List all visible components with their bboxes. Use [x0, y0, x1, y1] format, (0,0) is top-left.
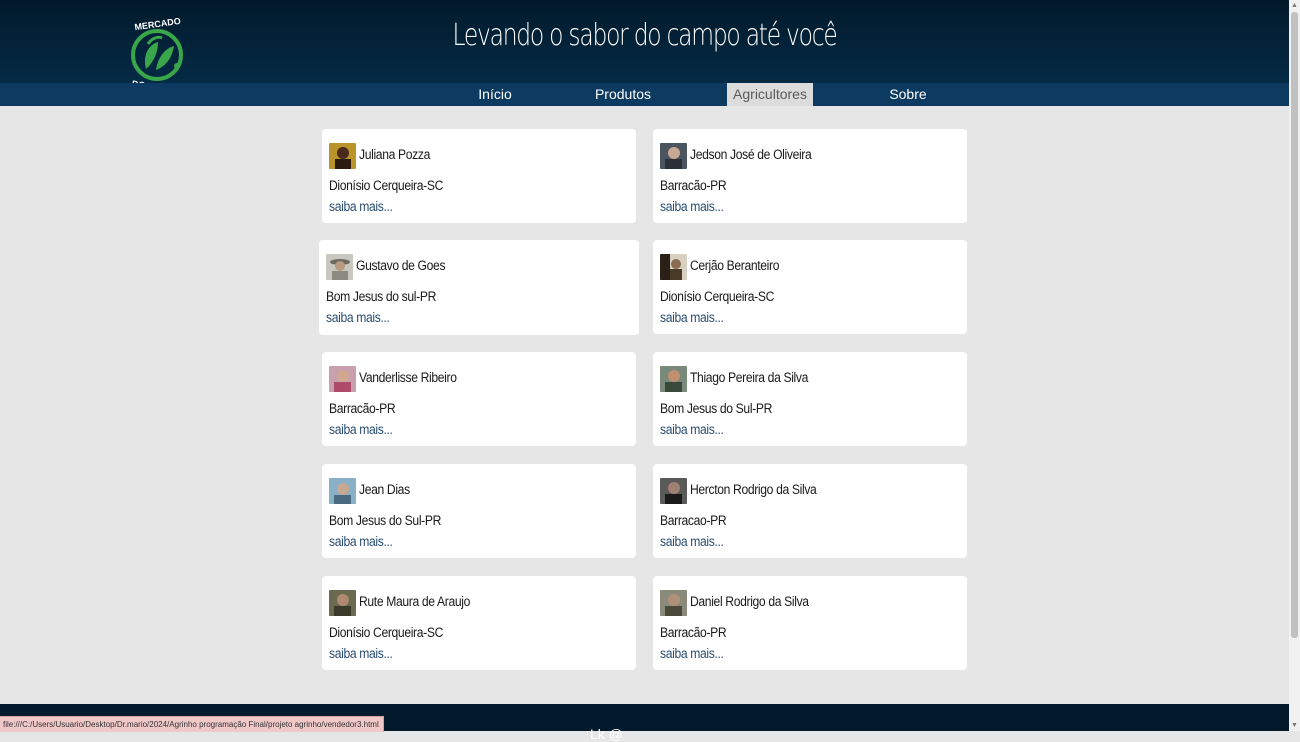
- farmer-name: Rute Maura de Araujo: [359, 594, 471, 609]
- farmer-avatar: [329, 143, 356, 169]
- farmer-avatar: [329, 590, 356, 616]
- scroll-down-arrow-icon[interactable]: ▼: [1289, 720, 1300, 731]
- farmer-avatar: [329, 478, 356, 504]
- farmer-card: Cerjão Beranteiro Dionísio Cerqueira-SC …: [653, 240, 967, 334]
- farmer-city: Bom Jesus do Sul-PR: [329, 513, 442, 528]
- footer-text: Lk @: [590, 726, 623, 742]
- nav-sobre[interactable]: Sobre: [878, 83, 938, 106]
- farmer-name: Juliana Pozza: [359, 147, 430, 162]
- nav-agricultores[interactable]: Agricultores: [727, 83, 813, 106]
- farmer-city: Barracão-PR: [329, 401, 396, 416]
- farmer-name: Gustavo de Goes: [356, 258, 446, 273]
- farmer-card: Rute Maura de Araujo Dionísio Cerqueira-…: [322, 576, 636, 670]
- saiba-mais-link[interactable]: saiba mais...: [329, 534, 393, 549]
- nav-inicio[interactable]: Início: [462, 83, 528, 106]
- main-nav: Início Produtos Agricultores Sobre: [0, 83, 1289, 106]
- farmer-card: Jean Dias Bom Jesus do Sul-PR saiba mais…: [322, 464, 636, 558]
- farmer-card: Hercton Rodrigo da Silva Barracao-PR sai…: [653, 464, 967, 558]
- saiba-mais-link[interactable]: saiba mais...: [660, 422, 724, 437]
- farmer-city: Barracão-PR: [660, 178, 727, 193]
- farmer-name: Cerjão Beranteiro: [690, 258, 780, 273]
- browser-status-url: file:///C:/Users/Usuario/Desktop/Dr.mari…: [0, 716, 384, 732]
- farmer-card: Vanderlisse Ribeiro Barracão-PR saiba ma…: [322, 352, 636, 446]
- farmer-city: Barracão-PR: [660, 625, 727, 640]
- farmer-avatar: [660, 590, 687, 616]
- farmer-city: Barracao-PR: [660, 513, 727, 528]
- saiba-mais-link[interactable]: saiba mais...: [329, 646, 393, 661]
- farmer-city: Dionísio Cerqueira-SC: [660, 289, 774, 304]
- farmer-city: Bom Jesus do sul-PR: [326, 289, 436, 304]
- farmer-avatar: [660, 478, 687, 504]
- saiba-mais-link[interactable]: saiba mais...: [660, 310, 724, 325]
- farmer-card: Gustavo de Goes Bom Jesus do sul-PR saib…: [319, 240, 639, 335]
- farmer-avatar: [660, 366, 687, 392]
- farmer-card: Thiago Pereira da Silva Bom Jesus do Sul…: [653, 352, 967, 446]
- saiba-mais-link[interactable]: saiba mais...: [329, 422, 393, 437]
- saiba-mais-link[interactable]: saiba mais...: [660, 646, 724, 661]
- page-tagline: Levando o sabor do campo até você: [452, 18, 838, 53]
- farmer-avatar: [660, 143, 687, 169]
- farmer-name: Thiago Pereira da Silva: [690, 370, 809, 385]
- saiba-mais-link[interactable]: saiba mais...: [326, 310, 390, 325]
- farmer-card: Daniel Rodrigo da Silva Barracão-PR saib…: [653, 576, 967, 670]
- farmer-city: Dionísio Cerqueira-SC: [329, 178, 443, 193]
- page-scrollbar[interactable]: ▲ ▼: [1289, 0, 1300, 731]
- farmer-avatar: [329, 366, 356, 392]
- saiba-mais-link[interactable]: saiba mais...: [329, 199, 393, 214]
- scroll-up-arrow-icon[interactable]: ▲: [1289, 0, 1300, 11]
- saiba-mais-link[interactable]: saiba mais...: [660, 199, 724, 214]
- farmer-city: Bom Jesus do Sul-PR: [660, 401, 773, 416]
- farmer-avatar: [326, 254, 353, 280]
- farmer-name: Jedson José de Oliveira: [690, 147, 812, 162]
- farmer-city: Dionísio Cerqueira-SC: [329, 625, 443, 640]
- farmer-name: Daniel Rodrigo da Silva: [690, 594, 809, 609]
- farmer-name: Jean Dias: [359, 482, 410, 497]
- farmer-name: Hercton Rodrigo da Silva: [690, 482, 817, 497]
- scroll-thumb[interactable]: [1291, 12, 1298, 638]
- nav-produtos[interactable]: Produtos: [588, 83, 658, 106]
- farmer-name: Vanderlisse Ribeiro: [359, 370, 457, 385]
- saiba-mais-link[interactable]: saiba mais...: [660, 534, 724, 549]
- farmer-avatar: [660, 254, 687, 280]
- farmer-card: Jedson José de Oliveira Barracão-PR saib…: [653, 129, 967, 223]
- farmer-card: Juliana Pozza Dionísio Cerqueira-SC saib…: [322, 129, 636, 223]
